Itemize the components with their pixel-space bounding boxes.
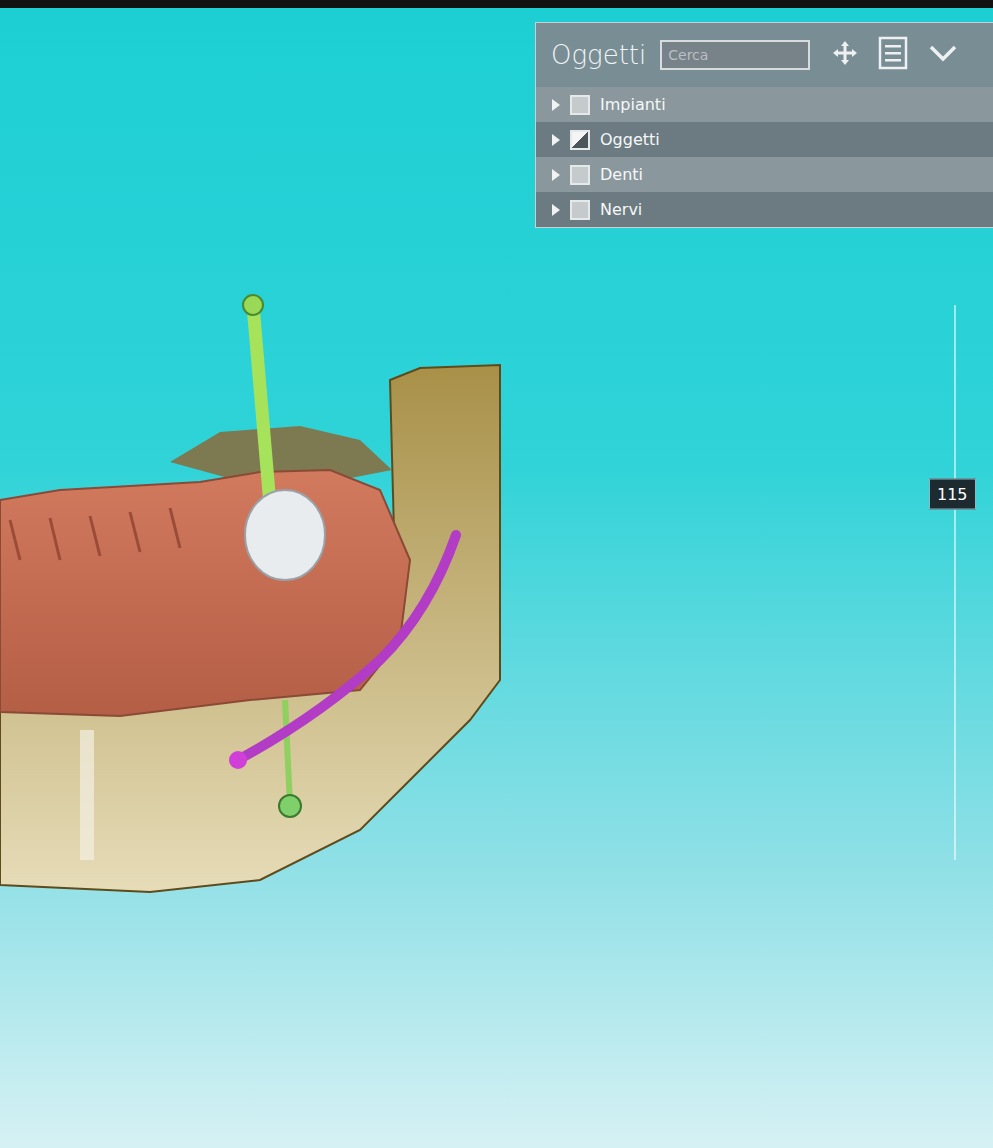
object-label: Oggetti <box>600 130 660 149</box>
visibility-icon[interactable] <box>570 200 590 220</box>
list-icon[interactable] <box>878 36 908 74</box>
slider-reading: 115 <box>937 484 968 503</box>
expand-icon[interactable] <box>552 134 560 146</box>
object-row[interactable]: Nervi <box>536 192 993 227</box>
panel-header: Oggetti <box>536 23 993 87</box>
expand-icon[interactable] <box>552 169 560 181</box>
chevron-down-icon[interactable] <box>928 43 958 67</box>
visibility-icon[interactable] <box>570 130 590 150</box>
object-row[interactable]: Oggetti <box>536 122 993 157</box>
move-icon[interactable] <box>832 40 858 70</box>
object-label: Denti <box>600 165 643 184</box>
visibility-icon[interactable] <box>570 165 590 185</box>
object-list: Impianti Oggetti Denti Nervi <box>536 87 993 227</box>
search-field[interactable] <box>660 40 810 70</box>
object-label: Nervi <box>600 200 642 219</box>
objects-panel: Oggetti Impianti Oggetti Denti Nervi <box>535 22 993 228</box>
visibility-icon[interactable] <box>570 95 590 115</box>
object-row[interactable]: Denti <box>536 157 993 192</box>
panel-title: Oggetti <box>551 40 646 70</box>
slider-track: 115 <box>954 305 956 860</box>
slider-handle[interactable]: 115 <box>929 478 976 509</box>
expand-icon[interactable] <box>552 204 560 216</box>
top-bar <box>0 0 993 8</box>
panel-icons <box>832 36 958 74</box>
object-label: Impianti <box>600 95 666 114</box>
object-row[interactable]: Impianti <box>536 87 993 122</box>
expand-icon[interactable] <box>552 99 560 111</box>
